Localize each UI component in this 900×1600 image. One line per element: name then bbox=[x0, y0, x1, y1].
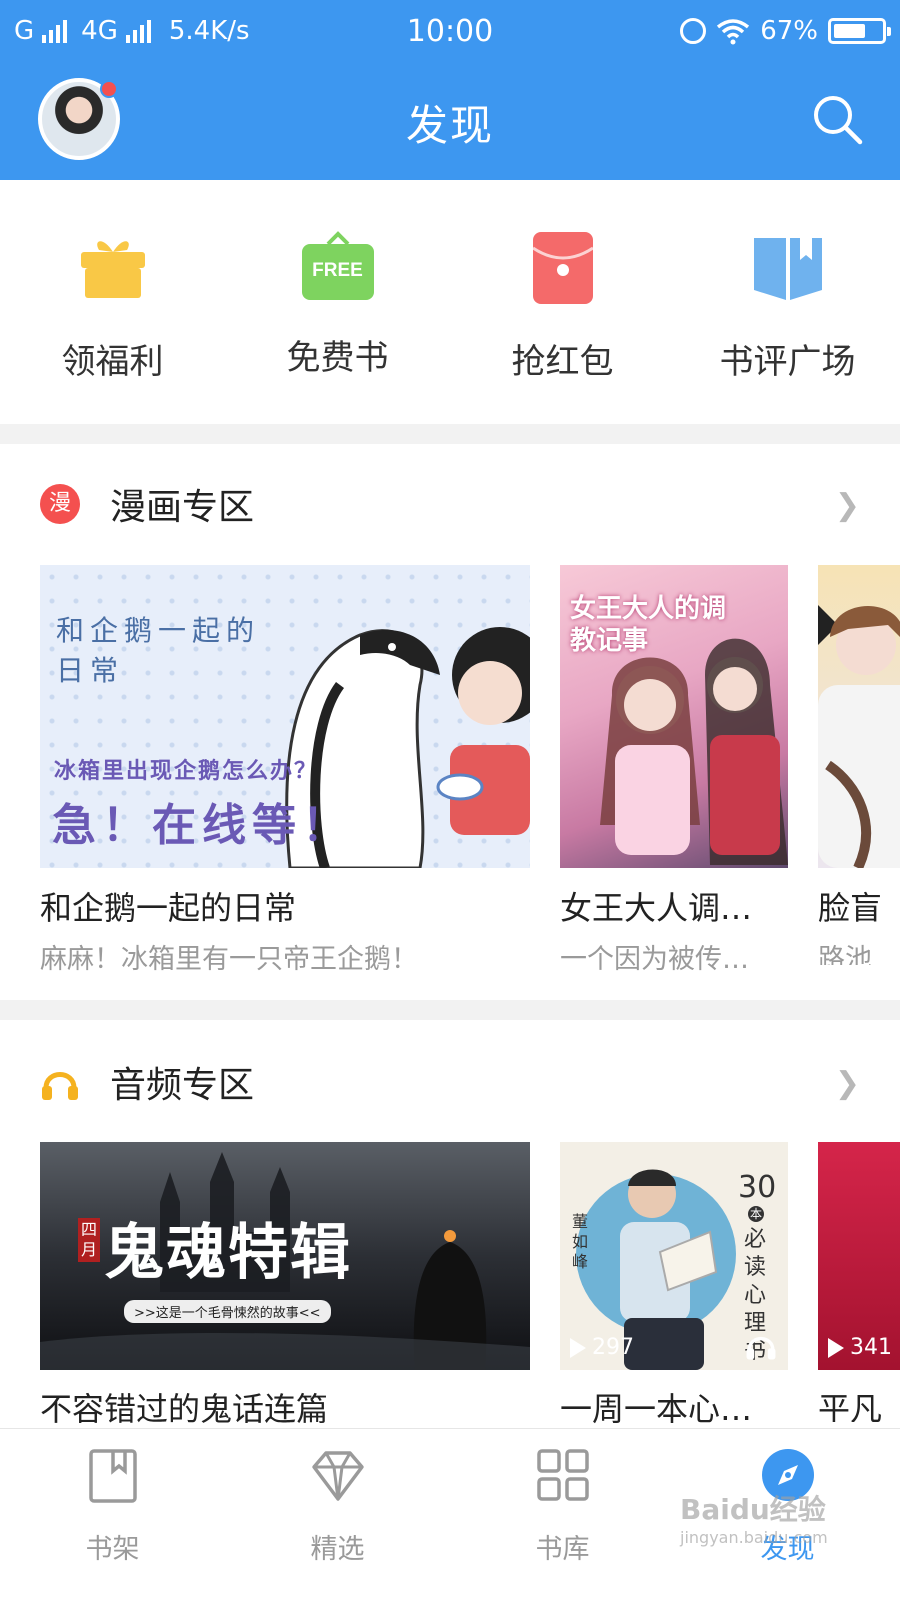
cover-text-sub: 冰箱里出现企鹅怎么办？ bbox=[54, 759, 319, 784]
comic-title: 脸盲 bbox=[818, 889, 883, 927]
alarm-icon bbox=[680, 18, 707, 44]
headphones-icon bbox=[42, 1072, 78, 1100]
comic-card[interactable]: 脸盲 路池 bbox=[818, 565, 900, 965]
audio-card[interactable]: 董如峰 30 本 必读心理书 297 一周一本心… bbox=[560, 1142, 788, 1428]
cover-subtitle: >>这是一个毛骨悚然的故事<< bbox=[124, 1300, 331, 1323]
audio-section-title: 音频专区 bbox=[110, 1065, 255, 1106]
cover-text-big: 急！在线等！ bbox=[52, 800, 352, 851]
nav-label: 书库 bbox=[535, 1534, 590, 1565]
play-count-value: 341 bbox=[850, 1335, 892, 1360]
headphones-icon bbox=[746, 1336, 776, 1360]
audio-title: 一周一本心… bbox=[560, 1390, 753, 1428]
play-count-value: 297 bbox=[592, 1335, 634, 1360]
comic-badge-icon: 漫 bbox=[40, 484, 80, 524]
quick-item-label: 书评广场 bbox=[719, 342, 856, 382]
watermark-sub: jingyan.baidu.com bbox=[680, 1528, 828, 1547]
comic-card[interactable]: 和企鹅一起的日常 冰箱里出现企鹅怎么办？ 急！在线等！ 和企鹅一起的日常 麻麻！… bbox=[40, 565, 530, 975]
bookshelf-icon bbox=[88, 1449, 137, 1503]
chevron-right-icon[interactable]: ❯ bbox=[835, 1066, 860, 1101]
comic-cover: 女王大人的调教记事 bbox=[560, 565, 788, 868]
play-icon bbox=[570, 1337, 586, 1358]
audio-title: 平凡 bbox=[818, 1390, 883, 1422]
nav-label: 书架 bbox=[85, 1534, 140, 1565]
top-bar: G 4G 5.4K/s 10:00 67% 发现 bbox=[0, 0, 900, 180]
quick-item-label: 免费书 bbox=[286, 338, 389, 378]
red-envelope-icon bbox=[531, 232, 594, 304]
grid-icon bbox=[536, 1449, 589, 1501]
quick-item-welfare[interactable]: 领福利 bbox=[0, 230, 225, 383]
section-divider bbox=[0, 424, 900, 444]
comic-cover: 和企鹅一起的日常 冰箱里出现企鹅怎么办？ 急！在线等！ bbox=[40, 565, 530, 868]
battery-fill bbox=[834, 24, 865, 38]
audio-title: 不容错过的鬼话连篇 bbox=[40, 1390, 329, 1428]
cover-author: 董如峰 bbox=[572, 1212, 589, 1271]
nav-item-library[interactable]: 书库 bbox=[450, 1447, 675, 1566]
nav-item-bookshelf[interactable]: 书架 bbox=[0, 1447, 225, 1566]
audio-cover: 四月 鬼魂特辑 >>这是一个毛骨悚然的故事<< bbox=[40, 1142, 530, 1370]
comic-desc: 麻麻！冰箱里有一只帝王企鹅！ bbox=[40, 944, 418, 975]
free-bag-icon: FREE bbox=[300, 230, 376, 306]
quick-actions: 领福利 FREE 免费书 抢红包 书评广场 bbox=[0, 180, 900, 424]
comic-cover bbox=[818, 565, 900, 868]
comic-section-title: 漫画专区 bbox=[110, 487, 255, 528]
audio-cover: 341 bbox=[818, 1142, 900, 1370]
comic-characters-illustration bbox=[600, 638, 788, 865]
cover-unit: 本 bbox=[748, 1206, 764, 1222]
watermark: Baidu经验 jingyan.baidu.com bbox=[680, 1488, 828, 1547]
free-bag-label: FREE bbox=[312, 260, 363, 281]
quick-item-book-review[interactable]: 书评广场 bbox=[675, 230, 900, 383]
nav-item-featured[interactable]: 精选 bbox=[225, 1447, 450, 1566]
battery-percent: 67% bbox=[760, 16, 818, 46]
cover-number: 30 bbox=[738, 1170, 777, 1205]
audio-cover: 董如峰 30 本 必读心理书 297 bbox=[560, 1142, 788, 1370]
status-bar: G 4G 5.4K/s 10:00 67% bbox=[0, 0, 900, 64]
audio-card[interactable]: 四月 鬼魂特辑 >>这是一个毛骨悚然的故事<< 不容错过的鬼话连篇 bbox=[40, 1142, 530, 1428]
section-divider bbox=[0, 1000, 900, 1020]
diamond-icon bbox=[311, 1451, 364, 1501]
play-icon bbox=[828, 1337, 844, 1358]
comic-card[interactable]: 女王大人的调教记事 女王大人调… 一个因为被传… bbox=[560, 565, 788, 975]
nav-label: 精选 bbox=[310, 1534, 365, 1565]
cover-title: 鬼魂特辑 bbox=[104, 1218, 352, 1288]
watermark-text: Baidu经验 bbox=[680, 1493, 826, 1526]
wifi-icon bbox=[717, 19, 750, 45]
quick-item-label: 领福利 bbox=[61, 342, 164, 382]
gift-icon bbox=[80, 241, 145, 298]
quick-item-red-envelope[interactable]: 抢红包 bbox=[450, 230, 675, 383]
cover-badge: 四月 bbox=[78, 1218, 100, 1262]
chevron-right-icon[interactable]: ❯ bbox=[835, 488, 860, 523]
comic-title: 和企鹅一起的日常 bbox=[40, 889, 297, 927]
comic-character-illustration bbox=[818, 605, 900, 868]
audio-card[interactable]: 341 平凡 bbox=[818, 1142, 900, 1422]
comic-desc: 路池 bbox=[818, 944, 872, 965]
quick-item-free-books[interactable]: FREE 免费书 bbox=[225, 230, 450, 379]
book-review-icon bbox=[753, 238, 822, 300]
quick-item-label: 抢红包 bbox=[511, 342, 614, 382]
comic-section-header[interactable]: 漫 漫画专区 ❯ bbox=[0, 464, 900, 544]
play-count: 297 bbox=[570, 1335, 634, 1360]
search-icon[interactable] bbox=[810, 92, 864, 146]
play-count: 341 bbox=[828, 1335, 892, 1360]
comic-desc: 一个因为被传… bbox=[560, 944, 749, 975]
comic-title: 女王大人调… bbox=[560, 889, 753, 927]
audio-section-header[interactable]: 音频专区 ❯ bbox=[0, 1042, 900, 1122]
page-title: 发现 bbox=[405, 101, 494, 150]
battery-icon bbox=[828, 18, 891, 44]
